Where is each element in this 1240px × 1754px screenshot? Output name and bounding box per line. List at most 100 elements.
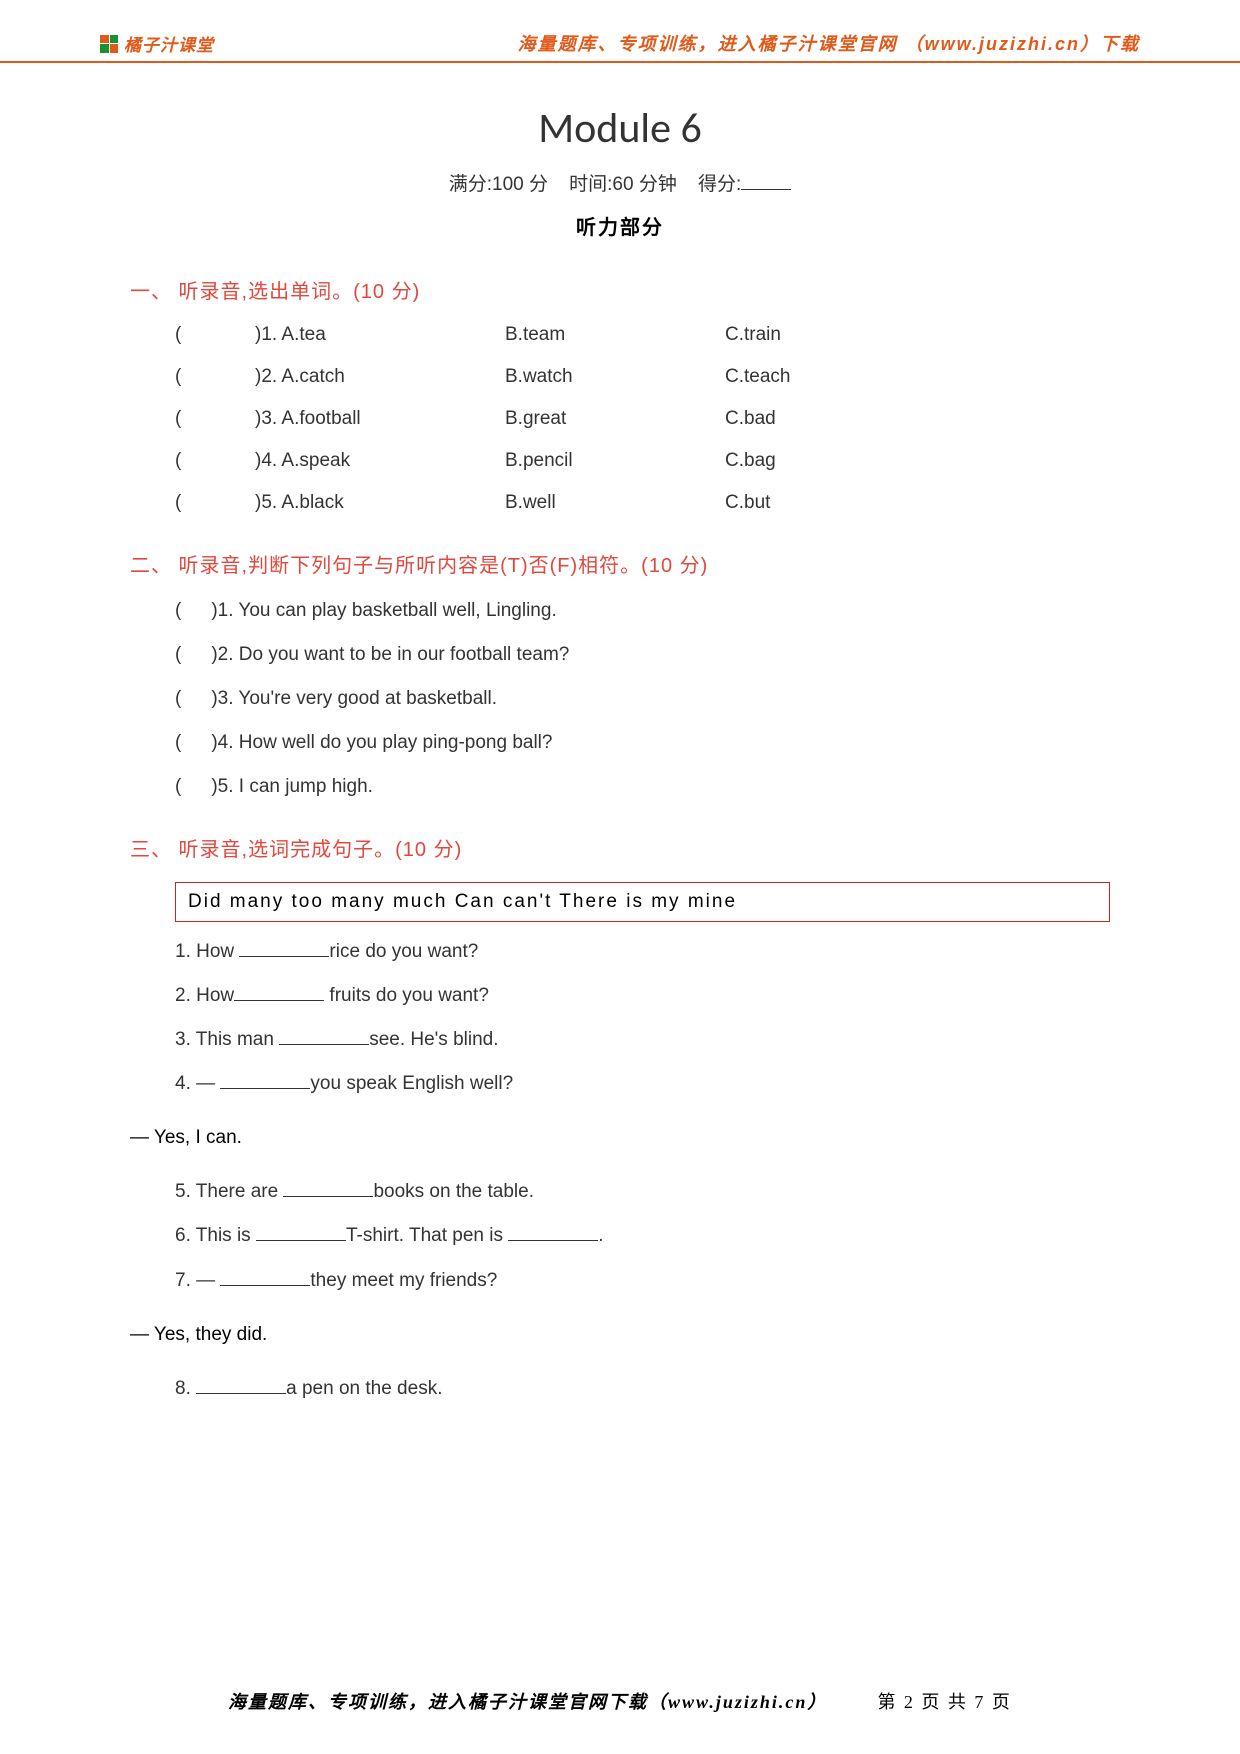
q2-row-5: ( )5. I can jump high.: [175, 776, 1110, 798]
blank-input[interactable]: [279, 1026, 369, 1045]
q3-4-post: you speak English well?: [310, 1073, 513, 1094]
blank-input[interactable]: [256, 1222, 346, 1241]
paren-open[interactable]: (: [175, 366, 225, 388]
blank-input[interactable]: [234, 982, 324, 1001]
q3-item-2: 2. How fruits do you want?: [175, 978, 1110, 1014]
q1-1-c: C.train: [725, 324, 925, 346]
paren-open[interactable]: (: [175, 732, 181, 753]
blank-input[interactable]: [196, 1375, 286, 1394]
q3-7-post: they meet my friends?: [310, 1270, 497, 1291]
q3-6-pre: 6. This is: [175, 1225, 256, 1246]
logo-text: 橘子汁课堂: [124, 31, 214, 56]
paren-open[interactable]: (: [175, 492, 225, 514]
q3-2-post: fruits do you want?: [324, 985, 489, 1006]
q1-4-num: )4.: [255, 450, 277, 471]
q3-item-8: 8. a pen on the desk.: [175, 1371, 1110, 1407]
logo: 橘子汁课堂: [100, 31, 214, 56]
q2-2-text: )2. Do you want to be in our football te…: [211, 644, 569, 665]
q3-response-2: — Yes, they did.: [130, 1324, 1110, 1346]
q1-2-a: A.catch: [281, 366, 344, 387]
q3-5-pre: 5. There are: [175, 1181, 283, 1202]
q1-row-5: ( )5. A.black B.well C.but: [175, 492, 1110, 514]
q1-5-num: )5.: [255, 492, 277, 513]
paren-open[interactable]: (: [175, 324, 225, 346]
q3-item-5: 5. There are books on the table.: [175, 1174, 1110, 1210]
q3-4-pre: 4. —: [175, 1073, 220, 1094]
q2-row-3: ( )3. You're very good at basketball.: [175, 688, 1110, 710]
q1-3-num: )3.: [255, 408, 277, 429]
paren-open[interactable]: (: [175, 450, 225, 472]
blank-input[interactable]: [220, 1267, 310, 1286]
q1-5-b: B.well: [505, 492, 725, 514]
q1-2-num: )2.: [255, 366, 277, 387]
exam-meta: 满分:100 分 时间:60 分钟 得分:: [130, 169, 1110, 196]
q2-4-text: )4. How well do you play ping-pong ball?: [211, 732, 552, 753]
blank-input[interactable]: [239, 938, 329, 957]
q1-4-c: C.bag: [725, 450, 925, 472]
q2-5-text: )5. I can jump high.: [211, 776, 373, 797]
blank-input[interactable]: [220, 1070, 310, 1089]
q1-1-b: B.team: [505, 324, 725, 346]
blank-input[interactable]: [508, 1222, 598, 1241]
q1-5-c: C.but: [725, 492, 925, 514]
q1-row-1: ( )1. A.tea B.team C.train: [175, 324, 1110, 346]
page-content: Module 6 满分:100 分 时间:60 分钟 得分: 听力部分 一、 听…: [0, 63, 1240, 1455]
section-listening-title: 听力部分: [130, 211, 1110, 240]
q1-row-3: ( )3. A.football B.great C.bad: [175, 408, 1110, 430]
score-blank[interactable]: [741, 189, 791, 190]
q3-response-1: — Yes, I can.: [130, 1127, 1110, 1149]
q1-3-b: B.great: [505, 408, 725, 430]
q1-3-a: A.football: [281, 408, 360, 429]
q3-item-4: 4. — you speak English well?: [175, 1066, 1110, 1102]
header-tagline: 海量题库、专项训练，进入橘子汁课堂官网 （www.juzizhi.cn）下载: [518, 30, 1140, 56]
q3-8-post: a pen on the desk.: [286, 1378, 442, 1399]
q3-3-pre: 3. This man: [175, 1029, 279, 1050]
q3-1-post: rice do you want?: [329, 941, 478, 962]
q2-3-text: )3. You're very good at basketball.: [211, 688, 497, 709]
q3-item-1: 1. How rice do you want?: [175, 934, 1110, 970]
paren-open[interactable]: (: [175, 600, 181, 621]
q1-1-num: )1.: [255, 324, 277, 345]
word-bank: Did many too many much Can can't There i…: [175, 882, 1110, 922]
footer-tagline: 海量题库、专项训练，进入橘子汁课堂官网下载（www.juzizhi.cn）: [228, 1688, 827, 1714]
paren-open[interactable]: (: [175, 644, 181, 665]
q1-5-a: A.black: [281, 492, 343, 513]
q3-1-pre: 1. How: [175, 941, 239, 962]
q1-3-c: C.bad: [725, 408, 925, 430]
q1-1-a: A.tea: [281, 324, 325, 345]
q3-2-pre: 2. How: [175, 985, 234, 1006]
q3-5-post: books on the table.: [373, 1181, 534, 1202]
paren-open[interactable]: (: [175, 776, 181, 797]
page-header: 橘子汁课堂 海量题库、专项训练，进入橘子汁课堂官网 （www.juzizhi.c…: [0, 0, 1240, 63]
q2-row-1: ( )1. You can play basketball well, Lingl…: [175, 600, 1110, 622]
q1-row-2: ( )2. A.catch B.watch C.teach: [175, 366, 1110, 388]
q3-item-3: 3. This man see. He's blind.: [175, 1022, 1110, 1058]
time-limit: 时间:60 分钟: [569, 174, 677, 195]
q1-2-b: B.watch: [505, 366, 725, 388]
paren-open[interactable]: (: [175, 408, 225, 430]
score-label: 得分:: [698, 174, 741, 195]
module-title: Module 6: [130, 103, 1110, 154]
full-score: 满分:100 分: [449, 174, 548, 195]
q2-row-4: ( )4. How well do you play ping-pong ball…: [175, 732, 1110, 754]
q1-2-c: C.teach: [725, 366, 925, 388]
q3-item-7: 7. — they meet my friends?: [175, 1263, 1110, 1299]
q2-heading: 二、 听录音,判断下列句子与所听内容是(T)否(F)相符。(10 分): [130, 549, 1110, 578]
q3-3-post: see. He's blind.: [369, 1029, 498, 1050]
q1-4-b: B.pencil: [505, 450, 725, 472]
page-footer: 海量题库、专项训练，进入橘子汁课堂官网下载（www.juzizhi.cn） 第 …: [0, 1688, 1240, 1714]
q1-4-a: A.speak: [281, 450, 350, 471]
paren-open[interactable]: (: [175, 688, 181, 709]
q3-6-post: .: [598, 1225, 603, 1246]
q3-8-pre: 8.: [175, 1378, 196, 1399]
q2-1-text: )1. You can play basketball well, Lingli…: [211, 600, 556, 621]
logo-icon: [100, 35, 118, 53]
q3-6-mid: T-shirt. That pen is: [346, 1225, 508, 1246]
q2-row-2: ( )2. Do you want to be in our football t…: [175, 644, 1110, 666]
blank-input[interactable]: [283, 1178, 373, 1197]
q3-heading: 三、 听录音,选词完成句子。(10 分): [130, 833, 1110, 862]
q3-7-pre: 7. —: [175, 1270, 220, 1291]
page-number: 第 2 页 共 7 页: [877, 1688, 1012, 1714]
q1-row-4: ( )4. A.speak B.pencil C.bag: [175, 450, 1110, 472]
q3-item-6: 6. This is T-shirt. That pen is .: [175, 1218, 1110, 1254]
